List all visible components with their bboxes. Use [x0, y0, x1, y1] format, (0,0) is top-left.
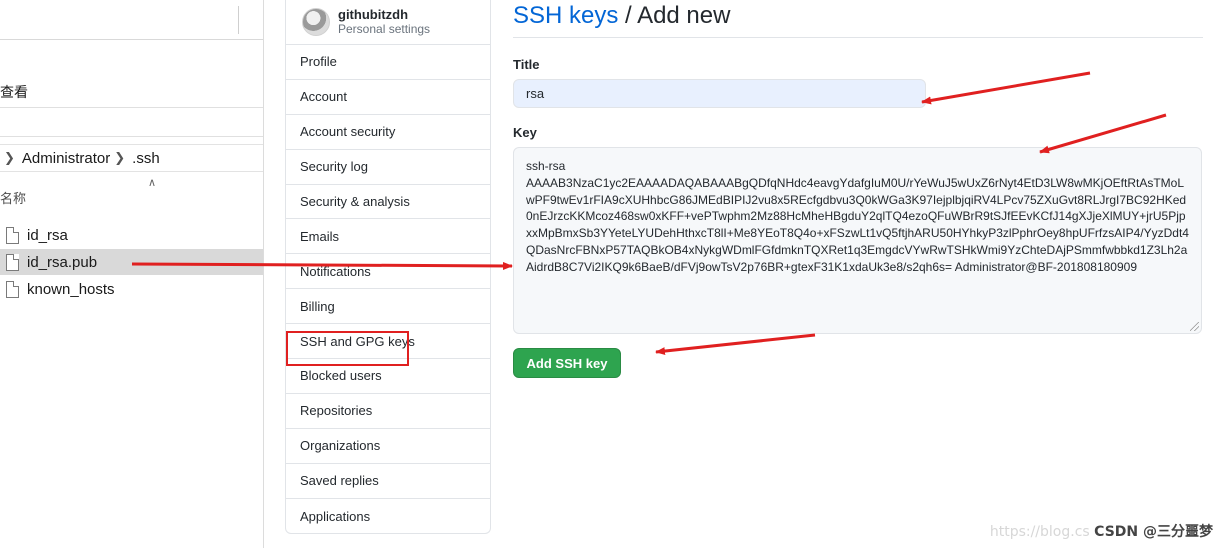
key-label: Key: [513, 125, 537, 140]
file-name: known_hosts: [27, 280, 115, 298]
explorer-title-bar: [0, 0, 263, 40]
sidebar-item-saved-replies[interactable]: Saved replies: [286, 464, 490, 499]
breadcrumb-current: Add new: [637, 2, 731, 29]
sidebar-item-security-log[interactable]: Security log: [286, 150, 490, 185]
toolbar-divider: [0, 136, 263, 137]
sort-caret-icon: ∧: [148, 177, 157, 189]
title-divider: [513, 37, 1203, 38]
file-explorer-window: 查看 ❯ Administrator ❯ .ssh ∧ 名称 id_rsa id…: [0, 0, 263, 548]
address-segment[interactable]: Administrator: [22, 150, 110, 167]
arrow-to-add-button: [655, 333, 816, 356]
sidebar-item-profile[interactable]: Profile: [286, 45, 490, 80]
settings-sidebar: githubitzdh Personal settings Profile Ac…: [285, 0, 491, 534]
sidebar-item-security-analysis[interactable]: Security & analysis: [286, 185, 490, 220]
chevron-right-icon[interactable]: ❯: [4, 150, 15, 166]
file-item-selected[interactable]: id_rsa.pub: [0, 249, 263, 275]
watermark-brand: CSDN @三分噩梦: [1094, 524, 1213, 540]
key-textarea-value: ssh-rsa AAAAB3NzaC1yc2EAAAADAQABAAABgQDf…: [526, 159, 1189, 274]
sidebar-item-applications[interactable]: Applications: [286, 499, 490, 534]
column-header-name[interactable]: 名称: [0, 188, 26, 207]
file-icon: [6, 253, 19, 271]
watermark-url: https://blog.cs: [989, 524, 1090, 540]
title-input[interactable]: [513, 79, 926, 108]
file-name: id_rsa: [27, 226, 68, 244]
address-bar[interactable]: ❯ Administrator ❯ .ssh: [0, 144, 263, 172]
sidebar-item-account-security[interactable]: Account security: [286, 115, 490, 150]
ribbon-divider: [0, 107, 263, 108]
file-icon: [6, 280, 19, 298]
window-divider: [263, 0, 264, 548]
sidebar-item-notifications[interactable]: Notifications: [286, 254, 490, 290]
page-title: SSH keys / Add new: [513, 2, 730, 30]
ribbon-tab-view[interactable]: 查看: [0, 82, 28, 102]
chevron-right-icon[interactable]: ❯: [114, 150, 125, 166]
sidebar-item-billing[interactable]: Billing: [286, 289, 490, 325]
file-item[interactable]: known_hosts: [0, 276, 263, 302]
key-textarea[interactable]: ssh-rsa AAAAB3NzaC1yc2EAAAADAQABAAABgQDf…: [513, 147, 1202, 334]
arrow-to-title: [921, 71, 1091, 105]
user-subtitle: Personal settings: [338, 21, 431, 36]
watermark: https://blog.cs CSDN @三分噩梦: [990, 521, 1213, 541]
title-label: Title: [513, 57, 540, 72]
file-item[interactable]: id_rsa: [0, 222, 263, 248]
sidebar-item-organizations[interactable]: Organizations: [286, 429, 490, 464]
annotation-highlight-box: [286, 331, 409, 366]
sidebar-item-emails[interactable]: Emails: [286, 219, 490, 255]
resize-handle-icon[interactable]: [1190, 322, 1199, 331]
add-ssh-key-button[interactable]: Add SSH key: [513, 348, 621, 378]
sidebar-item-repositories[interactable]: Repositories: [286, 394, 490, 429]
sidebar-item-account[interactable]: Account: [286, 80, 490, 115]
breadcrumb-ssh-keys-link[interactable]: SSH keys: [513, 2, 618, 29]
username[interactable]: githubitzdh: [338, 7, 430, 22]
avatar[interactable]: [302, 8, 330, 36]
breadcrumb-separator: /: [618, 2, 638, 29]
user-header[interactable]: githubitzdh Personal settings: [286, 0, 490, 45]
file-icon: [6, 226, 19, 244]
title-bar-divider: [238, 6, 239, 34]
file-name: id_rsa.pub: [27, 253, 98, 271]
address-segment[interactable]: .ssh: [132, 150, 160, 167]
